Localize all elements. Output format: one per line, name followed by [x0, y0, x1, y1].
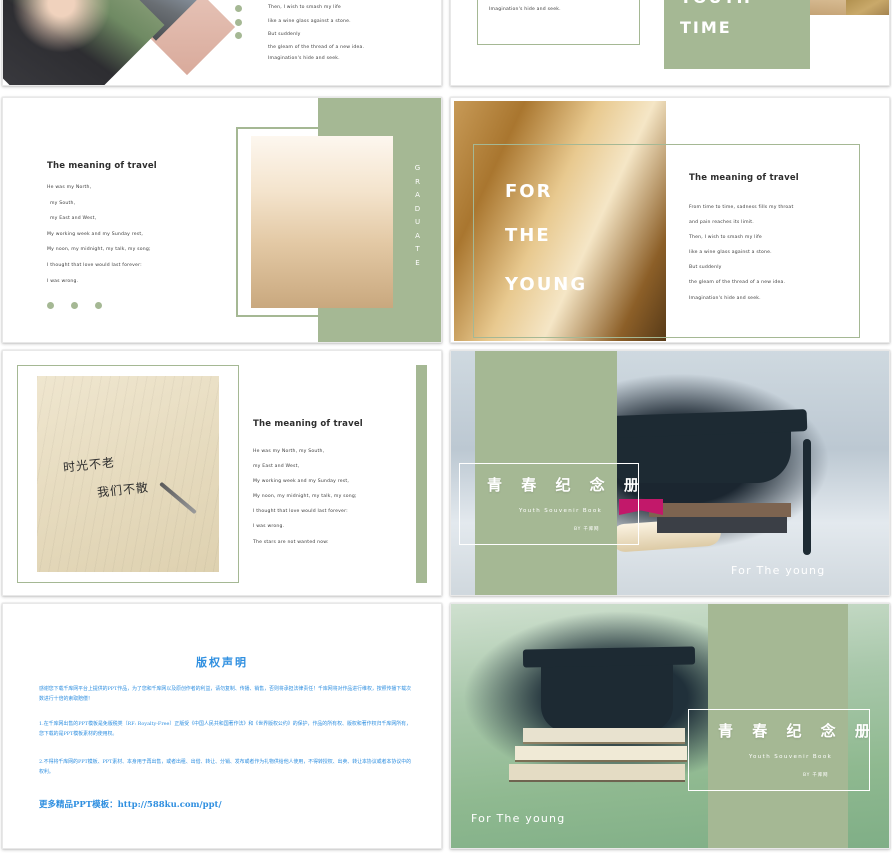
- bullet-dot-icon: [235, 5, 242, 12]
- book-stack: [515, 746, 687, 762]
- poem-line: the gleam of the thread of a new idea.: [689, 280, 786, 286]
- side-letter: D: [414, 204, 422, 213]
- slide-copyright-statement[interactable]: 版权声明 感谢您下载千库网平台上提供的PPT作品，为了您和千库网以及原创作者的利…: [2, 603, 442, 849]
- slide-for-the-young[interactable]: FOR THE YOUNG The meaning of travel From…: [450, 97, 890, 343]
- green-side-bar: [416, 365, 427, 583]
- poem-body: He was my North, my South, my East and W…: [47, 185, 151, 284]
- poem-line: He was my North,: [47, 185, 92, 190]
- copyright-paragraph: 1.在千库网出售的PPT模板是免版税类（RF: Royalty-Free）正版受…: [39, 721, 411, 737]
- slide-youth-time[interactable]: the gleam of the thread of a new idea. I…: [450, 0, 890, 86]
- list-item: like a wine glass against a stone.: [235, 18, 364, 26]
- poem-line: like a wine glass against a stone.: [268, 18, 351, 24]
- book-stack: [523, 728, 685, 744]
- more-templates-label: 更多精品PPT模板：: [39, 800, 118, 810]
- list-item: Then, I wish to smash my life: [235, 5, 364, 12]
- poem-line: Imagination's hide and seek.: [489, 7, 561, 12]
- poem-line: my East and West,: [253, 464, 300, 470]
- poem-bullet-list: Then, I wish to smash my life like a win…: [235, 5, 364, 68]
- copyright-paragraph: 2.不得将千库网的PPT模板、PPT素材、本身用于再出售，或者出租、出借、转让、…: [39, 759, 411, 775]
- back-cover-subtitle-en: Youth Souvenir Book: [749, 754, 833, 760]
- poem-line: Imagination's hide and seek.: [268, 55, 340, 61]
- poem-line: I thought that love would last forever:: [253, 509, 348, 515]
- back-cover-title-cn: 青 春 纪 念 册: [718, 722, 877, 740]
- poem-line: I was wrong.: [47, 278, 79, 284]
- list-item: But suddenly: [235, 32, 364, 39]
- pagination-dots[interactable]: [47, 302, 102, 309]
- cover-title-cn: 青 春 纪 念 册: [487, 476, 646, 494]
- cover-subtitle-en: Youth Souvenir Book: [519, 508, 603, 514]
- side-letter: G: [414, 164, 422, 172]
- back-cover-footer-text: For The young: [471, 812, 566, 825]
- poem-text-box: the gleam of the thread of a new idea. I…: [477, 0, 640, 45]
- graduation-cap-shape: [541, 662, 673, 732]
- poem-body: He was my North, my South, my East and W…: [253, 449, 357, 545]
- headline-time: TIME: [680, 18, 732, 37]
- pagination-dot-1[interactable]: [47, 302, 54, 309]
- poem-line: But suddenly: [268, 32, 301, 38]
- back-cover-byline: BY 千库网: [803, 773, 829, 778]
- cover-byline: BY 千库网: [574, 527, 600, 532]
- poem-line: My working week and my Sunday rest,: [47, 231, 144, 237]
- poem-line: I was wrong.: [253, 524, 285, 530]
- poem-line: I thought that love would last forever:: [47, 262, 142, 268]
- slide-graduation-photo-poem[interactable]: Then, I wish to smash my life like a win…: [2, 0, 442, 86]
- cover-footer-text: For The young: [731, 564, 826, 577]
- outline-frame: [473, 144, 860, 338]
- side-letter: A: [415, 231, 421, 240]
- poem-line: My working week and my Sunday rest,: [253, 479, 350, 485]
- side-letter: U: [414, 218, 422, 226]
- photo-study-desk: [251, 136, 393, 308]
- poem-title: The meaning of travel: [689, 173, 799, 183]
- poem-line: My noon, my midnight, my talk, my song;: [253, 494, 357, 500]
- photo-desk-corner: [810, 0, 846, 15]
- poem-line: the gleam of the thread of a new idea.: [268, 44, 365, 50]
- poem-line: But suddenly: [689, 265, 722, 271]
- poem-title: The meaning of travel: [253, 419, 363, 429]
- poem-line: and pain reaches its limit.: [689, 220, 754, 226]
- more-templates-link[interactable]: http://588ku.com/ppt/: [118, 800, 222, 810]
- pen-icon: [159, 481, 197, 515]
- copyright-title: 版权声明: [196, 656, 248, 669]
- photo-graduate-girl: [3, 0, 165, 85]
- graduation-tassel: [803, 439, 811, 555]
- bullet-dot-icon: [235, 32, 242, 39]
- photo-notebook: 时光不老 我们不散: [37, 376, 219, 572]
- poem-title: The meaning of travel: [47, 161, 157, 171]
- pagination-dot-3[interactable]: [95, 302, 102, 309]
- poem-line: like a wine glass against a stone.: [689, 250, 772, 256]
- slide-thumbnail-grid: Then, I wish to smash my life like a win…: [0, 0, 892, 853]
- photo-caption-line-2: 我们不散: [96, 480, 150, 500]
- poem-line: He was my North, my South,: [253, 449, 325, 454]
- poem-line: From time to time, sadness fills my thro…: [689, 205, 794, 210]
- poem-line: my East and West,: [50, 216, 97, 222]
- poem-line: Then, I wish to smash my life: [268, 5, 341, 11]
- slide-back-cover-grass[interactable]: 青 春 纪 念 册 Youth Souvenir Book BY 千库网 For…: [450, 603, 890, 849]
- headline-youth: YOUTH: [680, 0, 752, 7]
- side-word-graduate: G R A D U A T E: [408, 162, 428, 270]
- book-stack: [509, 764, 685, 782]
- poem-line: My noon, my midnight, my talk, my song;: [47, 247, 151, 253]
- side-letter: E: [415, 258, 421, 267]
- photo-caption-line-1: 时光不老: [62, 455, 116, 475]
- copyright-paragraph: 感谢您下载千库网平台上提供的PPT作品，为了您和千库网以及原创作者的利益，请勿复…: [39, 686, 411, 702]
- bullet-dot-icon: [235, 18, 242, 26]
- poem-line: my South,: [50, 200, 76, 206]
- poem-line: Imagination's hide and seek.: [689, 295, 761, 301]
- side-letter: R: [415, 177, 421, 186]
- slide-graduate-meaning-of-travel[interactable]: The meaning of travel He was my North, m…: [2, 97, 442, 343]
- slide-notebook-handwriting[interactable]: 时光不老 我们不散 The meaning of travel He was m…: [2, 350, 442, 596]
- side-letter: A: [415, 191, 421, 199]
- book-stack: [649, 503, 791, 517]
- poem-line: The stars are not wanted now:: [253, 539, 329, 545]
- book-stack: [657, 517, 787, 533]
- graduation-cap-board: [522, 646, 696, 668]
- side-letter: T: [415, 245, 421, 253]
- poem-line: Then, I wish to smash my life: [689, 235, 762, 241]
- slide-cover-youth-souvenir[interactable]: 青 春 纪 念 册 Youth Souvenir Book BY 千库网 For…: [450, 350, 890, 596]
- pagination-dot-2[interactable]: [71, 302, 78, 309]
- poem-body: From time to time, sadness fills my thro…: [689, 205, 794, 301]
